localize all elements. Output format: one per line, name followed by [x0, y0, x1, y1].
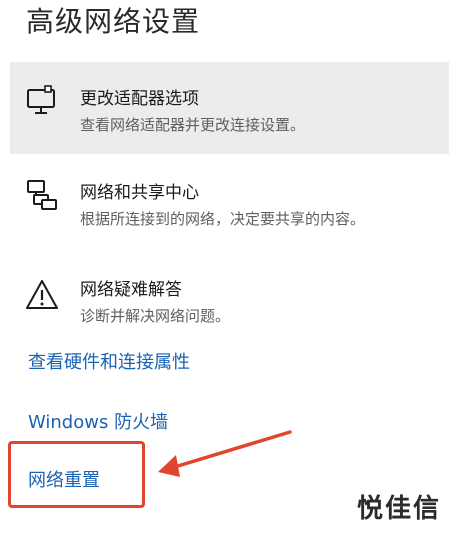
annotation-arrow [158, 430, 292, 477]
watermark-text: 悦佳信 [356, 494, 441, 524]
